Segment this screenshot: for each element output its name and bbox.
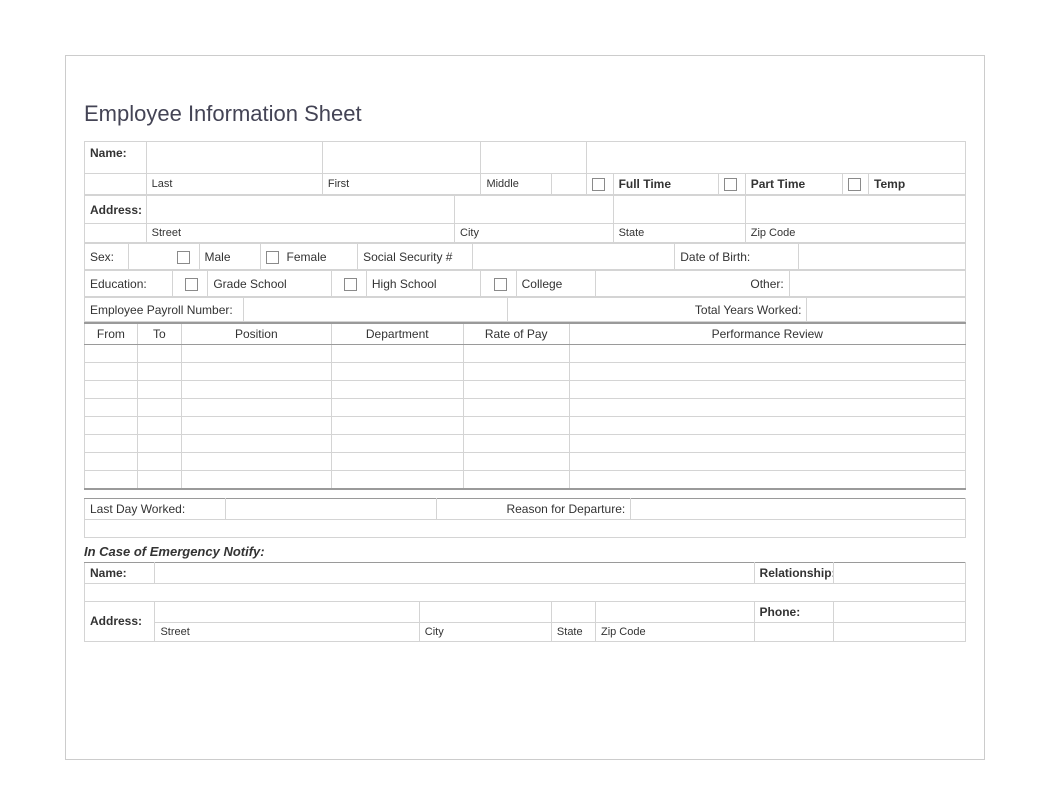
address-zip-input[interactable] bbox=[745, 196, 965, 224]
education-table: Education: Grade School High School Coll… bbox=[84, 270, 966, 297]
history-hdr-from: From bbox=[85, 323, 138, 345]
high-label: High School bbox=[366, 271, 481, 297]
em-city-input[interactable] bbox=[419, 601, 551, 622]
history-row[interactable] bbox=[85, 453, 966, 471]
years-input[interactable] bbox=[807, 298, 966, 322]
history-hdr-department: Department bbox=[331, 323, 463, 345]
male-checkbox[interactable] bbox=[177, 251, 190, 264]
female-checkbox[interactable] bbox=[266, 251, 279, 264]
other-label: Other: bbox=[595, 271, 789, 297]
name-table: Name: Last First Middle Full Time Part T… bbox=[84, 141, 966, 195]
reason-label: Reason for Departure: bbox=[437, 498, 631, 519]
em-state-input[interactable] bbox=[551, 601, 595, 622]
history-table: From To Position Department Rate of Pay … bbox=[84, 322, 966, 490]
em-zip-input[interactable] bbox=[595, 601, 754, 622]
reason-input[interactable] bbox=[631, 498, 966, 519]
sex-ssn-dob-table: Sex: Male Female Social Security # Date … bbox=[84, 243, 966, 270]
departure-table: Last Day Worked: Reason for Departure: bbox=[84, 498, 966, 538]
history-hdr-position: Position bbox=[181, 323, 331, 345]
address-zip-sub: Zip Code bbox=[745, 224, 965, 243]
em-phone-input[interactable] bbox=[833, 601, 965, 622]
address-street-input[interactable] bbox=[146, 196, 454, 224]
history-hdr-review: Performance Review bbox=[569, 323, 965, 345]
name-first-sub: First bbox=[322, 174, 481, 195]
em-name-label: Name: bbox=[85, 562, 155, 583]
payroll-label: Employee Payroll Number: bbox=[85, 298, 244, 322]
college-checkbox[interactable] bbox=[494, 278, 507, 291]
college-label: College bbox=[516, 271, 595, 297]
name-last-sub: Last bbox=[146, 174, 322, 195]
grade-label: Grade School bbox=[208, 271, 331, 297]
history-hdr-rate: Rate of Pay bbox=[463, 323, 569, 345]
address-city-input[interactable] bbox=[455, 196, 614, 224]
dob-label: Date of Birth: bbox=[675, 244, 798, 270]
address-state-input[interactable] bbox=[613, 196, 745, 224]
parttime-checkbox[interactable] bbox=[724, 178, 737, 191]
female-label: Female bbox=[287, 250, 327, 264]
history-row[interactable] bbox=[85, 381, 966, 399]
form-sheet: Employee Information Sheet Name: Last Fi… bbox=[65, 55, 985, 760]
em-address-label: Address: bbox=[85, 601, 155, 641]
ssn-label: Social Security # bbox=[358, 244, 473, 270]
grade-checkbox[interactable] bbox=[185, 278, 198, 291]
fulltime-label: Full Time bbox=[613, 174, 719, 195]
years-label: Total Years Worked: bbox=[507, 298, 807, 322]
departure-notes[interactable] bbox=[85, 519, 966, 537]
history-row[interactable] bbox=[85, 471, 966, 489]
address-city-sub: City bbox=[455, 224, 614, 243]
em-street-sub: Street bbox=[155, 622, 419, 641]
temp-label: Temp bbox=[869, 174, 966, 195]
em-name-input[interactable] bbox=[155, 562, 754, 583]
lastday-label: Last Day Worked: bbox=[85, 498, 226, 519]
em-phone-label: Phone: bbox=[754, 601, 833, 622]
high-checkbox[interactable] bbox=[344, 278, 357, 291]
emergency-table: Name: Relationship: Address: Phone: Stre… bbox=[84, 562, 966, 642]
em-city-sub: City bbox=[419, 622, 551, 641]
male-label: Male bbox=[199, 244, 261, 270]
address-state-sub: State bbox=[613, 224, 745, 243]
payroll-years-table: Employee Payroll Number: Total Years Wor… bbox=[84, 297, 966, 322]
history-row[interactable] bbox=[85, 345, 966, 363]
sex-label: Sex: bbox=[85, 244, 129, 270]
history-row[interactable] bbox=[85, 417, 966, 435]
em-street-input[interactable] bbox=[155, 601, 419, 622]
em-rel-input[interactable] bbox=[833, 562, 965, 583]
dob-input[interactable] bbox=[798, 244, 965, 270]
name-first-input[interactable] bbox=[322, 142, 481, 174]
temp-checkbox[interactable] bbox=[848, 178, 861, 191]
history-row[interactable] bbox=[85, 399, 966, 417]
history-row[interactable] bbox=[85, 435, 966, 453]
em-zip-sub: Zip Code bbox=[595, 622, 754, 641]
lastday-input[interactable] bbox=[225, 498, 436, 519]
payroll-input[interactable] bbox=[243, 298, 507, 322]
emergency-title: In Case of Emergency Notify: bbox=[84, 544, 966, 559]
name-label: Name: bbox=[85, 142, 147, 174]
history-hdr-to: To bbox=[137, 323, 181, 345]
address-street-sub: Street bbox=[146, 224, 454, 243]
name-middle-input[interactable] bbox=[481, 142, 587, 174]
education-label: Education: bbox=[85, 271, 173, 297]
em-state-sub: State bbox=[551, 622, 595, 641]
parttime-label: Part Time bbox=[745, 174, 842, 195]
other-input[interactable] bbox=[789, 271, 965, 297]
name-last-input[interactable] bbox=[146, 142, 322, 174]
name-middle-sub: Middle bbox=[481, 174, 551, 195]
fulltime-checkbox[interactable] bbox=[592, 178, 605, 191]
ssn-input[interactable] bbox=[472, 244, 675, 270]
em-rel-label: Relationship: bbox=[754, 562, 833, 583]
address-label: Address: bbox=[85, 196, 147, 224]
history-row[interactable] bbox=[85, 363, 966, 381]
page-title: Employee Information Sheet bbox=[84, 101, 966, 127]
address-table: Address: Street City State Zip Code bbox=[84, 195, 966, 243]
